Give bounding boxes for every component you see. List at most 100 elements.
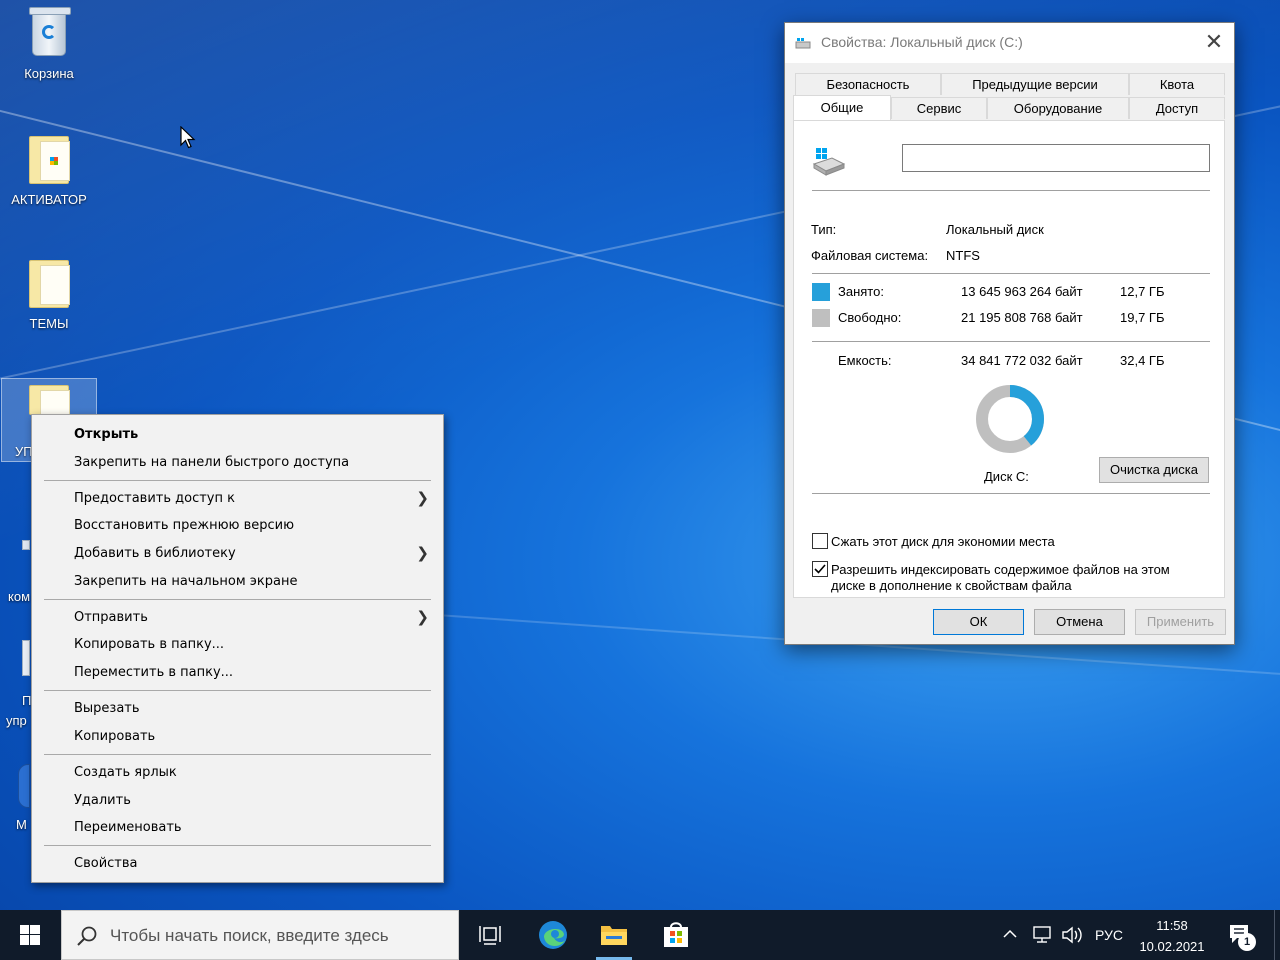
show-desktop-button[interactable]	[1274, 910, 1280, 960]
checkmark-icon	[814, 564, 826, 574]
store-bag-icon	[664, 922, 688, 947]
volume-name-input[interactable]	[902, 144, 1210, 172]
context-menu-separator	[44, 690, 431, 692]
context-menu-item[interactable]: Предоставить доступ к ❯	[32, 485, 443, 513]
action-center-button[interactable]: 1	[1220, 910, 1264, 960]
context-menu-item-label: Свойства	[74, 856, 138, 872]
tab-security[interactable]: Безопасность	[795, 73, 941, 95]
volume-tray-button[interactable]	[1058, 910, 1086, 960]
control-panel-icon[interactable]	[22, 640, 30, 676]
desktop-icon-activator-folder[interactable]: АКТИВАТОР	[1, 134, 97, 207]
chevron-right-icon: ❯	[416, 543, 429, 562]
compress-checkbox[interactable]	[812, 533, 828, 549]
context-menu-item[interactable]: Отправить ❯	[32, 604, 443, 632]
chevron-right-icon: ❯	[416, 488, 429, 507]
context-menu-separator	[44, 598, 431, 600]
used-space-swatch	[812, 283, 830, 301]
tab-tools[interactable]: Сервис	[891, 97, 987, 119]
drive-icon	[795, 38, 811, 49]
taskbar: Чтобы начать поиск, введите здесь РУС 11…	[0, 910, 1280, 960]
disk-label: Диск C:	[984, 469, 1029, 484]
dialog-title: Свойства: Локальный диск (C:)	[821, 34, 1023, 50]
context-menu[interactable]: Открыть Закрепить на панели быстрого дост…	[31, 414, 444, 883]
context-menu-item-label: Переместить в папку...	[74, 664, 234, 680]
disk-properties-dialog: Свойства: Локальный диск (C:) ✕ Безопасн…	[784, 22, 1235, 645]
context-menu-item[interactable]: Копировать	[32, 723, 443, 751]
context-menu-separator	[44, 754, 431, 756]
general-tab-panel: Тип: Локальный диск Файловая система: NT…	[793, 120, 1225, 598]
compress-label: Сжать этот диск для экономии места	[831, 534, 1055, 549]
cancel-button[interactable]: Отмена	[1034, 609, 1125, 635]
tab-hardware[interactable]: Оборудование	[987, 97, 1129, 119]
context-menu-item[interactable]: Вырезать	[32, 695, 443, 723]
store-taskbar-button[interactable]	[652, 910, 700, 960]
input-language-indicator[interactable]: РУС	[1090, 910, 1128, 960]
desktop-icon-themes-folder[interactable]: ТЕМЫ	[1, 258, 97, 331]
network-icon	[1033, 926, 1051, 943]
free-space-bytes: 21 195 808 768 байт	[961, 310, 1083, 325]
taskbar-search-box[interactable]: Чтобы начать поиск, введите здесь	[61, 910, 459, 960]
context-menu-item[interactable]: Удалить	[32, 787, 443, 815]
ok-button[interactable]: ОК	[933, 609, 1024, 635]
context-menu-item[interactable]: Создать ярлык	[32, 759, 443, 787]
tab-sharing[interactable]: Доступ	[1129, 97, 1225, 119]
tab-general[interactable]: Общие	[793, 95, 891, 120]
drive-icon	[812, 148, 846, 176]
divider	[812, 273, 1210, 274]
context-menu-item[interactable]: Свойства	[32, 850, 443, 878]
edge-shortcut-icon[interactable]	[18, 764, 30, 808]
task-view-icon	[479, 926, 501, 945]
context-menu-item[interactable]: Открыть	[32, 421, 443, 449]
index-label-line1: Разрешить индексировать содержимое файло…	[831, 562, 1170, 577]
used-space-gb: 12,7 ГБ	[1120, 284, 1165, 299]
context-menu-item-label: Вырезать	[74, 701, 140, 717]
desktop-icon-recycle-bin[interactable]: Корзина	[1, 7, 97, 81]
capacity-bytes: 34 841 772 032 байт	[961, 353, 1083, 368]
used-space-label: Занято:	[838, 284, 884, 299]
disk-cleanup-button[interactable]: Очистка диска	[1099, 457, 1209, 483]
tab-quota[interactable]: Квота	[1129, 73, 1225, 95]
network-tray-button[interactable]	[1028, 910, 1056, 960]
disk-usage-donut-chart	[976, 385, 1044, 453]
clock[interactable]: 11:58 10.02.2021	[1134, 915, 1210, 957]
apply-button[interactable]: Применить	[1135, 609, 1226, 635]
filesystem-value: NTFS	[946, 248, 980, 263]
folder-icon	[29, 385, 70, 430]
search-placeholder: Чтобы начать поиск, введите здесь	[110, 926, 389, 945]
context-menu-item[interactable]: Закрепить на начальном экране	[32, 568, 443, 596]
context-menu-item[interactable]: Переместить в папку...	[32, 659, 443, 687]
desktop-icon-label-partial: упр	[6, 713, 27, 728]
context-menu-separator	[44, 479, 431, 481]
context-menu-item[interactable]: Добавить в библиотеку ❯	[32, 540, 443, 568]
context-menu-item[interactable]: Копировать в папку...	[32, 631, 443, 659]
show-hidden-icons-button[interactable]	[996, 910, 1024, 960]
folder-icon	[25, 260, 73, 312]
file-explorer-taskbar-button[interactable]	[590, 910, 638, 960]
context-menu-item-label: Закрепить на панели быстрого доступа	[74, 454, 350, 470]
context-menu-item-label: Создать ярлык	[74, 764, 177, 780]
start-button[interactable]	[0, 910, 60, 960]
context-menu-item[interactable]: Восстановить прежнюю версию	[32, 512, 443, 540]
mouse-cursor-icon	[180, 125, 196, 153]
dialog-titlebar[interactable]: Свойства: Локальный диск (C:) ✕	[785, 23, 1234, 63]
context-menu-item[interactable]: Закрепить на панели быстрого доступа	[32, 449, 443, 477]
context-menu-item-label: Восстановить прежнюю версию	[74, 518, 295, 534]
free-space-label: Свободно:	[838, 310, 902, 325]
speaker-icon	[1062, 926, 1082, 944]
task-view-button[interactable]	[466, 910, 514, 960]
context-menu-item-label: Открыть	[74, 427, 139, 442]
capacity-gb: 32,4 ГБ	[1120, 353, 1165, 368]
desktop-icon-label-partial: УП	[15, 444, 33, 459]
filesystem-label: Файловая система:	[811, 248, 929, 263]
context-menu-item-label: Копировать	[74, 728, 156, 744]
edge-taskbar-button[interactable]	[529, 910, 577, 960]
type-label: Тип:	[811, 222, 837, 237]
file-explorer-icon	[601, 926, 627, 945]
computer-icon[interactable]	[22, 540, 30, 550]
index-checkbox[interactable]	[812, 561, 828, 577]
context-menu-item[interactable]: Переименовать	[32, 814, 443, 842]
edge-browser-icon	[539, 921, 567, 949]
tab-previous-versions[interactable]: Предыдущие версии	[941, 73, 1129, 95]
close-button[interactable]: ✕	[1194, 23, 1234, 63]
desktop-icon-label: ТЕМЫ	[29, 316, 69, 331]
